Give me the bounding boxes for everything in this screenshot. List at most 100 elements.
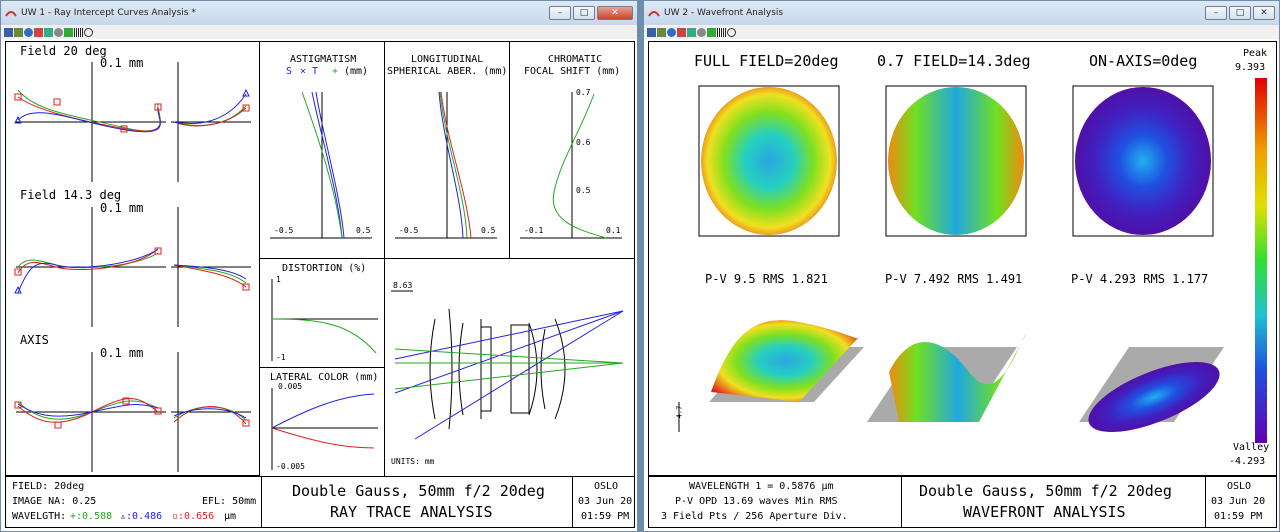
footer-title: Double Gauss, 50mm f/2 20deg [292, 482, 545, 500]
chrom-y2: 0.6 [576, 138, 591, 147]
distortion-plot [271, 279, 378, 361]
left-window-title: UW 1 - Ray Intercept Curves Analysis * [21, 8, 196, 18]
chrom-tick-max: 0.1 [606, 226, 621, 235]
ray-intercept-window: UW 1 - Ray Intercept Curves Analysis * –… [0, 0, 638, 532]
bowtie-icon[interactable] [34, 27, 43, 37]
valley-value: -4.293 [1229, 456, 1266, 467]
footer-line1: WAVELENGTH 1 = 0.5876 µm [689, 481, 834, 492]
longit-tick-max: 0.5 [481, 226, 496, 235]
fan-group-axis [14, 352, 251, 472]
bowtie-icon[interactable] [677, 27, 686, 37]
minimize-button[interactable]: – [549, 6, 571, 20]
footer-wl-label: WAVELGTH: [12, 511, 67, 522]
chromatic-panel: CHROMATIC FOCAL SHIFT (mm) 0.7 0.6 0.5 -… [509, 41, 635, 259]
target-icon[interactable] [727, 27, 736, 37]
fan-label-axis: AXIS [20, 333, 49, 347]
footer-field: FIELD: 20deg [12, 481, 85, 492]
oslo-app-icon [5, 11, 17, 17]
colorbar [1255, 78, 1267, 443]
bars-icon[interactable] [717, 27, 726, 37]
close-button[interactable]: ✕ [597, 6, 633, 20]
footer-brand: OSLO [594, 481, 619, 492]
footer-brand: OSLO [1227, 481, 1252, 492]
fan-scale-axis: 0.1 mm [100, 346, 144, 360]
target-icon[interactable] [84, 27, 93, 37]
fan-label-14: Field 14.3 deg [20, 188, 122, 202]
fan-group-14deg [14, 207, 251, 327]
astigmatism-panel: ASTIGMATISM S × T + (mm) -0.5 0.5 [259, 41, 385, 259]
fan-scale-20: 0.1 mm [100, 56, 144, 70]
footer-wl1: +:0.588 [70, 511, 113, 522]
globe-icon[interactable] [24, 27, 33, 37]
footer-efl: EFL: 50mm [202, 496, 257, 507]
ray-fan-plots [14, 62, 251, 472]
fan-scale-14: 0.1 mm [100, 201, 144, 215]
wavefront-map-axis [1075, 87, 1211, 235]
palette-icon[interactable] [687, 27, 696, 37]
oslo-app-icon [648, 11, 660, 17]
chip-icon[interactable] [707, 27, 716, 37]
minimize-button[interactable]: – [1205, 6, 1227, 20]
lens-layout-panel: 8.63 UNITS: mm [384, 258, 635, 477]
footer-date: 03 Jun 20 [578, 496, 633, 507]
wavefront-map-07 [888, 87, 1024, 235]
grid-icon[interactable] [647, 27, 656, 37]
chrom-y1: 0.7 [576, 88, 591, 97]
footer-time: 01:59 PM [1214, 511, 1263, 522]
chrom-y3: 0.5 [576, 186, 591, 195]
table-icon[interactable] [657, 27, 666, 37]
wavefront-window: UW 2 - Wavefront Analysis – □ ✕ FULL FIE… [643, 0, 1280, 532]
lateral-plot [271, 388, 378, 470]
footer-wl2: ▵:0.486 [120, 511, 163, 522]
ray-fan-panel: Field 20 deg 0.1 mm Field 14.3 deg 0.1 m… [5, 41, 260, 476]
gear-icon[interactable] [697, 27, 706, 37]
footer-image-na: IMAGE NA: 0.25 [12, 496, 97, 507]
fan-group-20deg [14, 62, 251, 182]
wavefront-maps [678, 78, 1267, 443]
stats-full: P-V 9.5 RMS 1.821 [705, 272, 828, 286]
gear-icon[interactable] [54, 27, 63, 37]
distortion-panel: DISTORTION (%) 1 -1 [259, 258, 385, 368]
axis-tick: 4.7 [675, 405, 684, 419]
footer-line2: P-V OPD 13.69 waves Min RMS [675, 496, 838, 507]
grid-icon[interactable] [4, 27, 13, 37]
left-toolbar [1, 25, 637, 39]
footer-time: 01:59 PM [581, 511, 630, 522]
right-footer: WAVELENGTH 1 = 0.5876 µm P-V OPD 13.69 w… [648, 476, 1277, 528]
bars-icon[interactable] [74, 27, 83, 37]
palette-icon[interactable] [44, 27, 53, 37]
right-titlebar[interactable]: UW 2 - Wavefront Analysis – □ ✕ [644, 1, 1279, 25]
globe-icon[interactable] [667, 27, 676, 37]
left-footer: FIELD: 20deg IMAGE NA: 0.25 EFL: 50mm WA… [5, 476, 635, 528]
astig-tick-max: 0.5 [356, 226, 371, 235]
footer-wl3: ▫:0.656 [172, 511, 215, 522]
right-window-title: UW 2 - Wavefront Analysis [664, 8, 784, 18]
chip-icon[interactable] [64, 27, 73, 37]
lens-drawing [391, 290, 624, 440]
table-icon[interactable] [14, 27, 23, 37]
longitudinal-panel: LONGITUDINAL SPHERICAL ABER. (mm) -0.5 0… [384, 41, 510, 259]
footer-subtitle: RAY TRACE ANALYSIS [330, 503, 493, 521]
stats-axis: P-V 4.293 RMS 1.177 [1071, 272, 1209, 286]
chrom-tick-min: -0.1 [524, 226, 544, 235]
left-titlebar[interactable]: UW 1 - Ray Intercept Curves Analysis * –… [1, 1, 637, 25]
footer-wl-unit: µm [224, 511, 237, 522]
maximize-button[interactable]: □ [573, 6, 595, 20]
wavefront-panel: FULL FIELD=20deg 0.7 FIELD=14.3deg ON-AX… [648, 41, 1277, 476]
peak-label: Peak [1243, 48, 1268, 59]
footer-subtitle: WAVEFRONT ANALYSIS [963, 503, 1126, 521]
wavefront-map-full [701, 87, 837, 235]
valley-label: Valley [1233, 442, 1270, 453]
right-toolbar [644, 25, 1279, 39]
close-button[interactable]: ✕ [1253, 6, 1275, 20]
astig-tick-min: -0.5 [274, 226, 294, 235]
footer-title: Double Gauss, 50mm f/2 20deg [919, 482, 1172, 500]
lateral-color-panel: LATERAL COLOR (mm) 0.005 -0.005 [259, 367, 385, 477]
maximize-button[interactable]: □ [1229, 6, 1251, 20]
footer-date: 03 Jun 20 [1211, 496, 1266, 507]
fan-label-20: Field 20 deg [20, 44, 107, 58]
peak-value: 9.393 [1235, 62, 1266, 73]
footer-line3: 3 Field Pts / 256 Aperture Div. [661, 511, 848, 522]
stats-07: P-V 7.492 RMS 1.491 [885, 272, 1023, 286]
longit-tick-min: -0.5 [399, 226, 419, 235]
